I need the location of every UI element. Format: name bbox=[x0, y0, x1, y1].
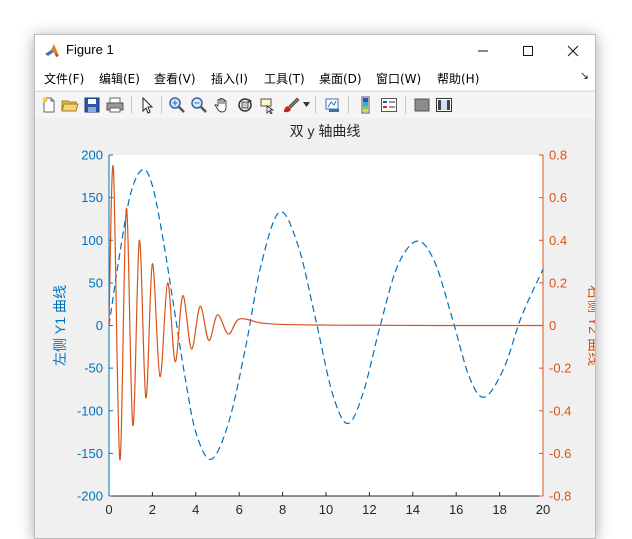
left-y-tick-label: -100 bbox=[77, 403, 103, 418]
open-file-icon[interactable] bbox=[61, 96, 79, 114]
menu-view[interactable]: 查看(V) bbox=[154, 70, 196, 87]
right-y-tick-label: -0.2 bbox=[549, 361, 571, 376]
x-tick-label: 0 bbox=[105, 502, 112, 517]
menu-insert[interactable]: 插入(I) bbox=[211, 70, 248, 87]
menu-dock-arrow-icon[interactable]: ↘ bbox=[580, 69, 589, 82]
left-y-tick-label: 50 bbox=[89, 275, 103, 290]
new-figure-icon[interactable] bbox=[40, 96, 58, 114]
print-icon[interactable] bbox=[106, 96, 124, 114]
x-tick-label: 2 bbox=[149, 502, 156, 517]
axes: 0 2 4 6 8 10 12 14 16 18 20 200 150 100 50 0 -50 -100 -150… bbox=[77, 148, 571, 518]
menu-bar: 文件(F) 编辑(E) 查看(V) 插入(I) 工具(T) 桌面(D) 窗口(W… bbox=[35, 66, 595, 90]
right-y-tick-label: -0.6 bbox=[549, 446, 571, 461]
right-y-tick-label: -0.8 bbox=[549, 489, 571, 504]
menu-edit[interactable]: 编辑(E) bbox=[99, 70, 140, 87]
menu-help[interactable]: 帮助(H) bbox=[437, 70, 479, 87]
x-tick-label: 12 bbox=[362, 502, 376, 517]
zoom-out-icon[interactable] bbox=[190, 96, 208, 114]
right-y-axis-label: 右侧 Y2 曲线 bbox=[586, 285, 596, 366]
matlab-logo-icon bbox=[45, 44, 59, 57]
left-y-tick-label: 100 bbox=[81, 233, 103, 248]
minimize-button[interactable] bbox=[460, 35, 506, 66]
right-y-tick-label: 0.8 bbox=[549, 148, 567, 163]
left-y-axis-label: 左侧 Y1 曲线 bbox=[52, 285, 68, 366]
brush-dropdown-icon[interactable] bbox=[303, 102, 310, 108]
figure-canvas: 双 y 轴曲线 0 2 4 6 8 10 12 14 16 18 20 200 150 100 50 0 -50… bbox=[35, 118, 596, 538]
left-y-tick-label: -200 bbox=[77, 489, 103, 504]
minimize-icon bbox=[478, 50, 488, 51]
toolbar-separator bbox=[161, 96, 162, 114]
toolbar-separator bbox=[348, 96, 349, 114]
x-tick-label: 8 bbox=[279, 502, 286, 517]
hide-plot-tools-icon[interactable] bbox=[413, 96, 431, 114]
show-plot-tools-icon[interactable] bbox=[435, 96, 453, 114]
toolbar-separator bbox=[405, 96, 406, 114]
chart-svg: 双 y 轴曲线 0 2 4 6 8 10 12 14 16 18 20 200 150 100 50 0 -50… bbox=[52, 123, 596, 518]
edit-plot-arrow-icon[interactable] bbox=[138, 96, 156, 114]
title-bar: Figure 1 bbox=[35, 35, 595, 66]
x-tick-label: 14 bbox=[406, 502, 420, 517]
menu-file[interactable]: 文件(F) bbox=[44, 70, 84, 87]
x-tick-label: 4 bbox=[192, 502, 199, 517]
right-y-tick-label: -0.4 bbox=[549, 403, 571, 418]
rotate-3d-icon[interactable] bbox=[236, 96, 254, 114]
x-tick-label: 6 bbox=[236, 502, 243, 517]
left-y-tick-label: -150 bbox=[77, 446, 103, 461]
left-y-tick-label: 0 bbox=[96, 318, 103, 333]
save-icon[interactable] bbox=[83, 96, 101, 114]
right-y-tick-label: 0.2 bbox=[549, 275, 567, 290]
window-title: Figure 1 bbox=[66, 42, 114, 57]
x-tick-label: 16 bbox=[449, 502, 463, 517]
data-cursor-icon[interactable] bbox=[259, 96, 277, 114]
maximize-icon bbox=[523, 45, 533, 56]
x-tick-label: 20 bbox=[536, 502, 550, 517]
maximize-button[interactable] bbox=[505, 35, 551, 66]
figure-toolbar bbox=[35, 91, 595, 119]
x-tick-label: 10 bbox=[319, 502, 333, 517]
right-y-tick-label: 0.4 bbox=[549, 233, 567, 248]
right-y-tick-label: 0.6 bbox=[549, 190, 567, 205]
close-button[interactable] bbox=[550, 35, 595, 66]
insert-colorbar-icon[interactable] bbox=[357, 96, 375, 114]
right-y-tick-label: 0 bbox=[549, 318, 556, 333]
left-y-tick-label: 200 bbox=[81, 148, 103, 163]
zoom-in-icon[interactable] bbox=[168, 96, 186, 114]
menu-tools[interactable]: 工具(T) bbox=[264, 70, 305, 87]
menu-window[interactable]: 窗口(W) bbox=[376, 70, 421, 87]
toolbar-separator bbox=[131, 96, 132, 114]
chart-title: 双 y 轴曲线 bbox=[290, 123, 361, 139]
left-y-tick-label: -50 bbox=[84, 361, 103, 376]
close-icon bbox=[567, 45, 579, 56]
menu-desktop[interactable]: 桌面(D) bbox=[319, 70, 362, 87]
pan-hand-icon[interactable] bbox=[213, 96, 231, 114]
toolbar-separator bbox=[315, 96, 316, 114]
x-tick-label: 18 bbox=[492, 502, 506, 517]
left-y-tick-label: 150 bbox=[81, 190, 103, 205]
insert-legend-icon[interactable] bbox=[380, 96, 398, 114]
brush-icon[interactable] bbox=[282, 96, 300, 114]
link-plot-icon[interactable] bbox=[324, 96, 342, 114]
figure-window: Figure 1 文件(F) 编辑(E) 查看(V) 插入(I) 工具(T) 桌… bbox=[34, 34, 596, 539]
